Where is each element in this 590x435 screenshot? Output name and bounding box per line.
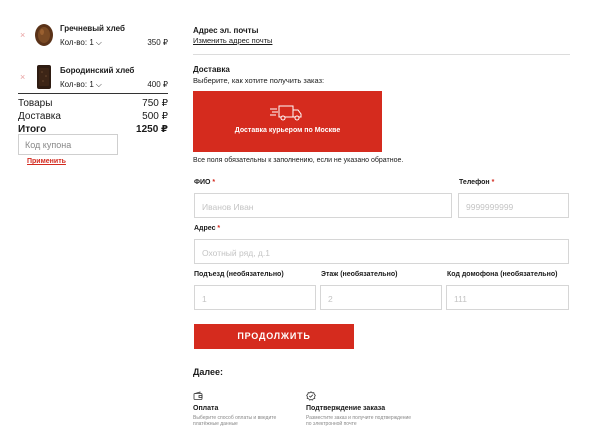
item-price: 400 ₽ (147, 80, 168, 89)
divider (193, 54, 570, 55)
delivery-section-title: Доставка (193, 65, 230, 74)
delivery-total-row: Доставка 500 ₽ (18, 110, 168, 123)
cart-summary: × Гречневый хлеб Кол-во: 1 ⌵ 350 ₽ × Боро… (18, 20, 168, 104)
quantity-label: Кол-во: 1 (60, 38, 94, 47)
confirmation-step-title: Подтверждение заказа (306, 405, 386, 412)
quantity-label: Кол-во: 1 (60, 80, 94, 89)
address-label: Адрес * (194, 225, 220, 232)
courier-option-label: Доставка курьером по Москве (234, 127, 341, 134)
change-email-link[interactable]: Изменить адрес почты (193, 36, 272, 45)
floor-label: Этаж (необязательно) (321, 271, 398, 278)
required-marker: * (217, 225, 221, 232)
wallet-icon (193, 391, 203, 400)
required-marker: * (491, 179, 495, 186)
phone-field[interactable]: 9999999999 (458, 193, 569, 218)
required-marker: * (212, 179, 216, 186)
product-thumbnail (35, 24, 53, 46)
goods-value: 750 ₽ (142, 98, 168, 109)
name-label: ФИО * (194, 179, 215, 186)
product-thumbnail (37, 65, 51, 89)
delivery-label: Доставка (18, 111, 61, 122)
phone-label-text: Телефон (459, 179, 490, 186)
name-field[interactable]: Иванов Иван (194, 193, 452, 218)
cart-item: × Бородинский хлеб Кол-во: 1 ⌵ 400 ₽ (18, 62, 168, 96)
address-field[interactable]: Охотный ряд, д.1 (194, 239, 569, 264)
entrance-field[interactable]: 1 (194, 285, 316, 310)
item-name: Гречневый хлеб (60, 24, 125, 33)
address-label-text: Адрес (194, 225, 216, 232)
name-label-text: ФИО (194, 179, 211, 186)
goods-total-row: Товары 750 ₽ (18, 97, 168, 110)
continue-button[interactable]: ПРОДОЛЖИТЬ (194, 324, 354, 349)
floor-field[interactable]: 2 (320, 285, 442, 310)
coupon-input[interactable]: Код купона (18, 134, 118, 155)
intercom-label: Код домофона (необязательно) (447, 271, 558, 278)
intercom-field[interactable]: 111 (446, 285, 569, 310)
chevron-down-icon: ⌵ (95, 80, 102, 89)
quantity-select[interactable]: Кол-во: 1 ⌵ (60, 38, 102, 48)
remove-item-button[interactable]: × (20, 72, 25, 82)
goods-label: Товары (18, 98, 53, 109)
delivery-instruction: Выберите, как хотите получить заказ: (193, 76, 325, 85)
total-value: 1250 ₽ (136, 124, 168, 135)
item-name: Бородинский хлеб (60, 66, 135, 75)
payment-step-desc: Выберите способ оплаты и введите платёжн… (193, 415, 277, 427)
order-totals: Товары 750 ₽ Доставка 500 ₽ Итого 1250 ₽ (18, 93, 168, 136)
phone-label: Телефон * (459, 179, 494, 186)
truck-icon (270, 105, 302, 121)
confirmation-step-desc: Разместите заказ и получите подтверждени… (306, 415, 412, 427)
delivery-value: 500 ₽ (142, 111, 168, 122)
next-steps-title: Далее: (193, 367, 224, 377)
chevron-down-icon: ⌵ (95, 38, 102, 47)
remove-item-button[interactable]: × (20, 30, 25, 40)
required-fields-note: Все поля обязательны к заполнению, если … (193, 157, 404, 164)
apply-coupon-link[interactable]: Применить (27, 158, 66, 165)
item-price: 350 ₽ (147, 38, 168, 47)
courier-delivery-option[interactable]: Доставка курьером по Москве (193, 91, 382, 152)
verified-icon (306, 391, 316, 401)
entrance-label: Подъезд (необязательно) (194, 271, 284, 278)
cart-item: × Гречневый хлеб Кол-во: 1 ⌵ 350 ₽ (18, 20, 168, 54)
quantity-select[interactable]: Кол-во: 1 ⌵ (60, 80, 102, 90)
payment-step-title: Оплата (193, 405, 219, 412)
email-section-title: Адрес эл. почты (193, 26, 259, 35)
